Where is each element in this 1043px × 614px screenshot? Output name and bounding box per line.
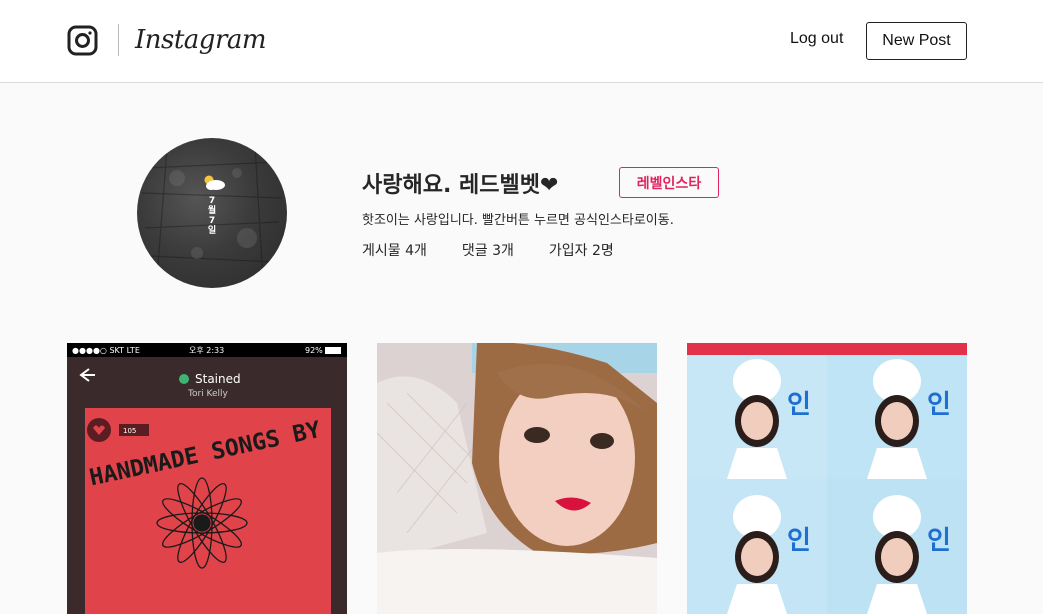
profile-avatar: 7 월 7 일 <box>137 138 287 288</box>
song-title: Stained <box>195 372 241 386</box>
profile-bio: 핫조이는 사랑입니다. 빨간버튼 누르면 공식인스타로이동. <box>362 213 674 228</box>
song-artist: Tori Kelly <box>187 389 229 399</box>
post-image-collage: 인 인 인 인 <box>687 343 967 614</box>
members-count: 가입자 2명 <box>548 243 614 259</box>
svg-text:인: 인 <box>927 526 951 556</box>
profile-name: 사랑해요. 레드벨벳❤ <box>362 167 558 199</box>
instagram-camera-icon <box>67 25 98 55</box>
svg-text:인: 인 <box>787 526 811 556</box>
post-image-music-screenshot: ●●●●○ SKT LTE 오후 2:33 92% Stained Tori K… <box>67 343 347 614</box>
post-tile[interactable] <box>377 343 657 614</box>
music-app-icon <box>179 374 189 384</box>
status-carrier: ●●●●○ SKT LTE <box>72 346 140 355</box>
profile-stats: 게시물 4개 댓글 3개 가입자 2명 <box>362 240 649 260</box>
new-post-button[interactable]: New Post <box>866 22 967 60</box>
post-tile[interactable]: ●●●●○ SKT LTE 오후 2:33 92% Stained Tori K… <box>67 343 347 614</box>
status-battery: 92% <box>305 346 323 355</box>
posts-count: 게시물 4개 <box>362 243 427 259</box>
avatar-date-line: 일 <box>207 226 217 236</box>
heart-icon: ❤ <box>539 173 559 198</box>
svg-text:인: 인 <box>927 390 951 420</box>
logout-button[interactable]: Log out <box>790 30 843 48</box>
avatar-date-line: 7 <box>208 216 216 226</box>
profile-name-text: 사랑해요. 레드벨벳 <box>362 173 540 198</box>
avatar-date-line: 월 <box>207 206 217 216</box>
logo-divider <box>118 24 119 56</box>
official-insta-button[interactable]: 레벨인스타 <box>619 167 719 198</box>
post-tile[interactable]: 인 인 인 인 <box>687 343 967 614</box>
top-navigation-bar: Instagram Log out New Post <box>0 0 1043 83</box>
status-time: 오후 2:33 <box>189 346 224 355</box>
brand-logo[interactable]: Instagram <box>67 22 267 58</box>
instagram-wordmark: Instagram <box>135 25 267 55</box>
svg-text:인: 인 <box>787 390 811 420</box>
avatar-date-text: 7 월 7 일 <box>197 196 227 236</box>
listen-count: 105 <box>123 427 136 435</box>
avatar-date-line: 7 <box>208 196 216 206</box>
post-image-portrait <box>377 343 657 614</box>
comments-count: 댓글 3개 <box>461 243 514 259</box>
